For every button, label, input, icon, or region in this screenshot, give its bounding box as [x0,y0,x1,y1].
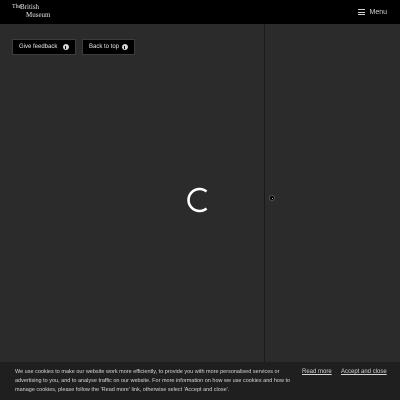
panel-handle-icon[interactable] [269,195,275,201]
logo-text-museum: Museum [26,11,51,19]
cookie-banner-text: We use cookies to make our website work … [15,369,291,393]
read-more-link[interactable]: Read more [302,369,332,375]
arrow-up-circle-icon [122,44,128,50]
back-to-top-label: Back to top [89,44,120,50]
site-header: The British Museum Menu [0,0,400,24]
panel-divider [264,24,265,368]
cookie-banner: We use cookies to make our website work … [0,362,400,400]
logo-text-british: British [20,3,40,11]
spinner-icon [187,187,208,213]
menu-button[interactable]: Menu [358,7,387,17]
menu-label: Menu [369,8,387,16]
british-museum-logo[interactable]: The British Museum [12,4,52,20]
give-feedback-button[interactable]: Give feedback [12,39,76,55]
back-to-top-button[interactable]: Back to top [82,39,135,55]
circle-icon [63,44,69,50]
accept-and-close-link[interactable]: Accept and close [341,369,387,375]
hamburger-icon [358,9,366,15]
give-feedback-label: Give feedback [19,44,58,50]
